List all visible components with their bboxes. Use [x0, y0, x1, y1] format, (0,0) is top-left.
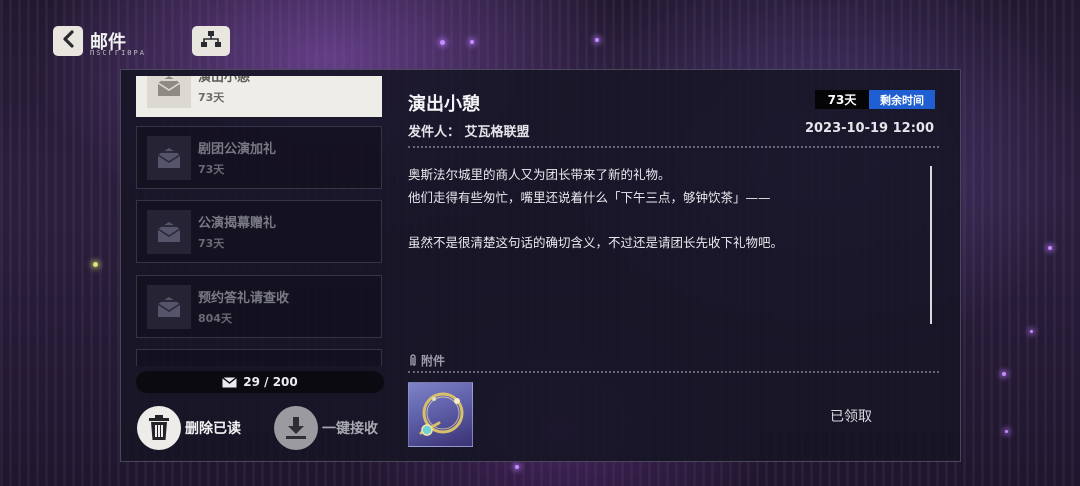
- download-icon: [274, 406, 318, 450]
- mail-panel: 演出小憩 73天 剧团公演加礼 73天 公演揭幕赠礼 73天 预约答礼请查收 8…: [120, 69, 961, 462]
- sparkle: [1048, 246, 1052, 250]
- mail-open-icon: [147, 209, 191, 254]
- body-scrollbar[interactable]: [930, 166, 932, 324]
- hierarchy-icon: [200, 30, 222, 52]
- divider: [408, 146, 939, 148]
- delete-read-label: 删除已读: [185, 421, 241, 437]
- sparkle: [93, 262, 98, 267]
- attachment-item[interactable]: [408, 382, 473, 447]
- mail-item-selected[interactable]: 演出小憩 73天: [136, 76, 382, 117]
- chevron-left-icon: [61, 30, 75, 52]
- mail-item[interactable]: 公演揭幕赠礼 73天: [136, 200, 382, 263]
- claimed-status: 已领取: [830, 409, 872, 425]
- attachment-header: 附件: [408, 352, 445, 369]
- sparkle: [1002, 372, 1006, 376]
- mail-count: 29 / 200: [243, 375, 298, 389]
- sparkle: [440, 40, 445, 45]
- mail-body: 奥斯法尔城里的商人又为团长带来了新的礼物。 他们走得有些匆忙，嘴里还说着什么「下…: [408, 163, 908, 254]
- mail-item-days: 804天: [198, 312, 232, 325]
- trash-icon: [137, 406, 181, 450]
- mail-date: 2023-10-19 12:00: [804, 121, 934, 136]
- receive-all-label: 一键接收: [322, 421, 378, 437]
- mail-item-title: 剧团公演加礼: [198, 142, 277, 157]
- sparkle: [515, 465, 519, 469]
- ring-item-icon: [419, 392, 464, 436]
- mail-item-days: 73天: [198, 237, 225, 250]
- paperclip-icon: [410, 354, 416, 366]
- attachment-label: 附件: [421, 354, 446, 368]
- mail-open-icon: [147, 284, 191, 329]
- sparkle: [595, 38, 599, 42]
- mail-item-days: 73天: [198, 91, 225, 104]
- sender: 发件人： 艾瓦格联盟: [408, 125, 530, 140]
- mail-open-icon: [147, 135, 191, 180]
- mail-item-title: 公演揭幕赠礼: [198, 216, 277, 231]
- mail-count-bar: 29 / 200: [136, 371, 384, 393]
- mail-open-icon: [147, 76, 191, 108]
- mail-item[interactable]: [136, 349, 382, 366]
- delete-read-button[interactable]: 删除已读: [137, 406, 241, 450]
- sparkle: [470, 40, 474, 44]
- hierarchy-button[interactable]: [192, 26, 230, 56]
- back-button[interactable]: [53, 26, 83, 56]
- sparkle: [1030, 330, 1033, 333]
- days-left-badge: 73天: [815, 90, 869, 109]
- mail-item[interactable]: 预约答礼请查收 804天: [136, 275, 382, 338]
- mail-item[interactable]: 剧团公演加礼 73天: [136, 126, 382, 189]
- mail-list[interactable]: 演出小憩 73天 剧团公演加礼 73天 公演揭幕赠礼 73天 预约答礼请查收 8…: [136, 76, 384, 366]
- divider: [408, 371, 939, 373]
- receive-all-button[interactable]: 一键接收: [274, 406, 378, 450]
- mail-item-days: 73天: [198, 163, 225, 176]
- mail-detail-title: 演出小憩: [408, 94, 480, 115]
- sparkle: [1005, 430, 1008, 433]
- mail-body-line: 奥斯法尔城里的商人又为团长带来了新的礼物。: [408, 167, 671, 182]
- remaining-time-badge: 剩余时间: [869, 90, 935, 109]
- envelope-icon: [222, 376, 238, 387]
- page-subtitle: ΠЅϹΓΓΙΘΡΑ: [90, 49, 146, 57]
- mail-item-title: 演出小憩: [198, 76, 251, 85]
- mail-body-line: 他们走得有些匆忙，嘴里还说着什么「下午三点，够钟饮茶」——: [408, 190, 771, 205]
- mail-item-title: 预约答礼请查收: [198, 291, 290, 306]
- mail-body-line: 虽然不是很清楚这句话的确切含义，不过还是请团长先收下礼物吧。: [408, 235, 784, 250]
